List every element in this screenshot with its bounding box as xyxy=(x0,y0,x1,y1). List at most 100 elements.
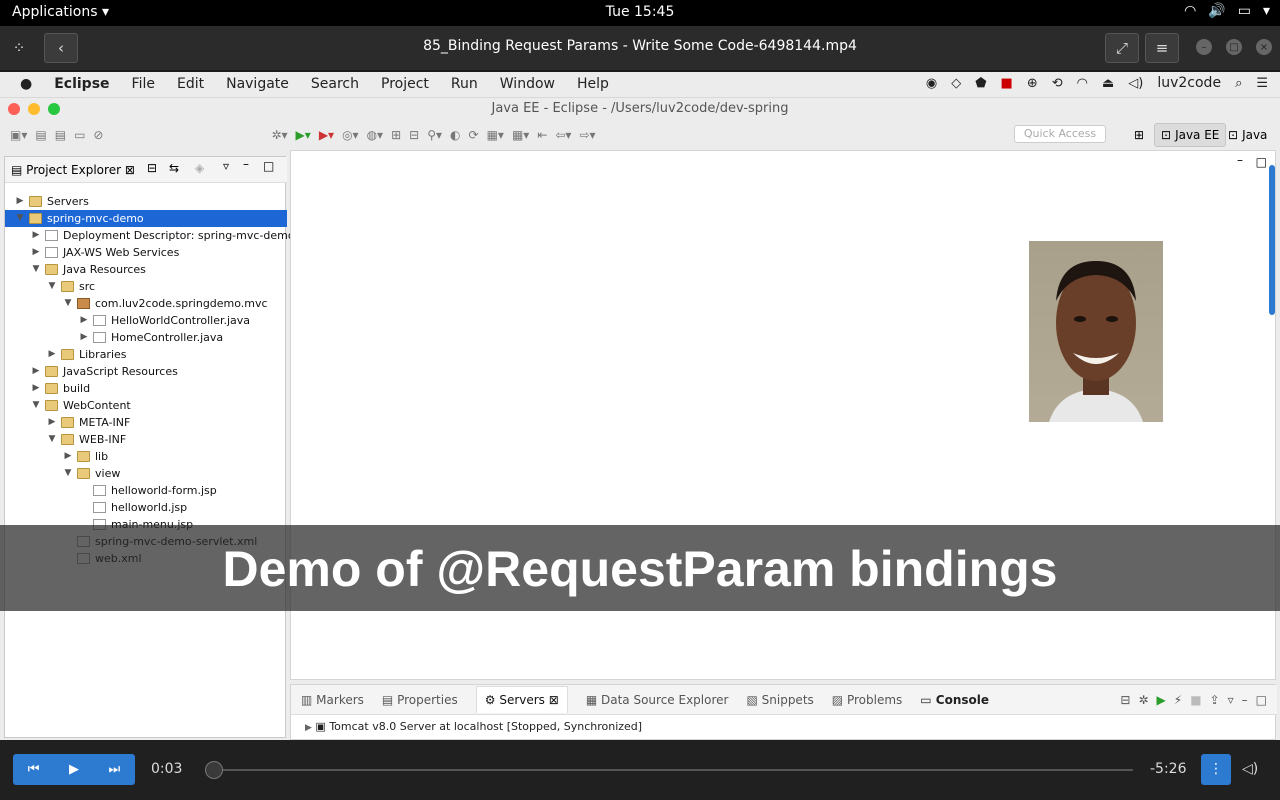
clock[interactable]: Tue 15:45 xyxy=(0,4,1280,20)
maximize-button[interactable]: □ xyxy=(1226,39,1242,55)
chevron-down-icon[interactable]: ▼ xyxy=(15,210,25,227)
annotation-icon[interactable]: ▦▾ xyxy=(487,128,504,142)
eject-icon[interactable]: ⏏ xyxy=(1102,76,1114,91)
tab-markers[interactable]: ▥ Markers xyxy=(301,693,364,707)
tree-item[interactable]: ▶ HomeController.java xyxy=(5,329,287,346)
tree-item[interactable]: ▼ com.luv2code.springdemo.mvc xyxy=(5,295,287,312)
tree-item[interactable]: ▶ Deployment Descriptor: spring-mvc-demo xyxy=(5,227,295,244)
debug-icon[interactable]: ✲▾ xyxy=(271,128,287,142)
save-icon[interactable]: ▤ xyxy=(35,128,46,142)
chevron-right-icon[interactable]: ▶ xyxy=(79,312,89,329)
tab-console[interactable]: ▭ Console xyxy=(920,693,989,707)
time-machine-icon[interactable]: ⟲ xyxy=(1052,76,1063,91)
fullscreen-button[interactable]: ⤢ xyxy=(1105,33,1139,63)
chevron-right-icon[interactable]: ▶ xyxy=(15,193,25,210)
open-perspective-button[interactable]: ⊞ xyxy=(1128,123,1150,147)
menu-navigate[interactable]: Navigate xyxy=(226,76,289,92)
seek-bar[interactable] xyxy=(205,769,1133,771)
tree-item[interactable]: ▶ lib xyxy=(5,448,287,465)
back-icon[interactable]: ⇦▾ xyxy=(555,128,571,142)
tab-data-source-explorer[interactable]: ▦ Data Source Explorer xyxy=(586,693,729,707)
tree-item[interactable]: ▼ spring-mvc-demo xyxy=(5,210,287,227)
chevron-right-icon[interactable]: ▶ xyxy=(63,448,73,465)
profile-server-icon[interactable]: ⚡ xyxy=(1174,693,1182,707)
tree-item[interactable]: ▶ Servers xyxy=(5,193,287,210)
skip-back-icon[interactable]: ⏮ xyxy=(28,762,40,777)
chevron-down-icon[interactable]: ▼ xyxy=(63,295,73,312)
record-icon[interactable]: ■ xyxy=(1001,76,1013,91)
chevron-down-icon[interactable]: ▼ xyxy=(31,261,41,278)
new-icon[interactable]: ▣▾ xyxy=(10,128,27,142)
debug-server-icon[interactable]: ✲ xyxy=(1138,693,1148,707)
forward-icon[interactable]: ⇨▾ xyxy=(579,128,595,142)
dropbox-icon[interactable]: ◇ xyxy=(951,76,961,91)
tree-item[interactable]: ▶ JAX-WS Web Services xyxy=(5,244,287,261)
web-service-icon[interactable]: ◍▾ xyxy=(367,128,384,142)
maximize-view-icon[interactable]: □ xyxy=(263,159,274,173)
tab-servers[interactable]: ⚙ Servers ⊠ xyxy=(475,686,568,713)
chevron-right-icon[interactable]: ▶ xyxy=(79,329,89,346)
chevron-right-icon[interactable]: ▶ xyxy=(31,244,41,261)
tree-item[interactable]: helloworld-form.jsp xyxy=(5,482,287,499)
tab-problems[interactable]: ▨ Problems xyxy=(832,693,902,707)
tree-item[interactable]: helloworld.jsp xyxy=(5,499,287,516)
menu-window[interactable]: Window xyxy=(500,76,555,92)
collapse-icon[interactable]: ⊟ xyxy=(1120,693,1130,707)
apple-icon[interactable]: ● xyxy=(20,76,32,92)
collapse-all-icon[interactable]: ⊟ xyxy=(147,161,157,175)
tree-item[interactable]: ▼ WebContent xyxy=(5,397,287,414)
link-editor-icon[interactable]: ⇆ xyxy=(169,161,179,175)
minimize-view-icon[interactable]: – xyxy=(1242,693,1248,707)
volume-icon[interactable]: ◁) xyxy=(1242,761,1258,777)
seek-handle[interactable] xyxy=(205,761,224,779)
chevron-right-icon[interactable]: ▶ xyxy=(31,363,41,380)
options-button[interactable]: ⋮ xyxy=(1201,754,1231,785)
menu-button[interactable]: ≡ xyxy=(1145,33,1179,63)
publish-icon[interactable]: ⇪ xyxy=(1210,693,1220,707)
open-type-icon[interactable]: ⊞ xyxy=(391,128,401,142)
minimize-editor-icon[interactable]: – xyxy=(1237,153,1243,167)
save-all-icon[interactable]: ▤ xyxy=(55,128,66,142)
view-menu-icon[interactable]: ▿ xyxy=(1228,693,1234,707)
tree-item[interactable]: ▶ JavaScript Resources xyxy=(5,363,287,380)
prev-annotation-icon[interactable]: ▦▾ xyxy=(512,128,529,142)
minimize-button[interactable]: – xyxy=(1196,39,1212,55)
list-icon[interactable]: ☰ xyxy=(1256,76,1268,91)
maximize-view-icon[interactable]: □ xyxy=(1256,693,1267,707)
spotlight-icon[interactable]: ⌕ xyxy=(1235,76,1242,91)
tree-item[interactable]: ▶ META-INF xyxy=(5,414,287,431)
maximize-editor-icon[interactable]: □ xyxy=(1256,155,1267,169)
tree-item[interactable]: ▶ Libraries xyxy=(5,346,287,363)
play-icon[interactable]: ▶ xyxy=(69,762,79,777)
chevron-down-icon[interactable]: ▼ xyxy=(31,397,41,414)
view-menu-icon[interactable]: ▿ xyxy=(223,159,229,173)
external-tools-icon[interactable]: ▶▾ xyxy=(319,128,334,142)
perspective-javaee[interactable]: ⊡ Java EE xyxy=(1154,123,1227,147)
focus-icon[interactable]: ◈ xyxy=(195,161,204,175)
run-icon[interactable]: ▶▾ xyxy=(296,128,311,142)
close-button[interactable]: × xyxy=(1256,39,1272,55)
close-icon[interactable]: ⊠ xyxy=(549,693,559,707)
camera-icon[interactable]: ◉ xyxy=(926,76,937,91)
menu-file[interactable]: File xyxy=(132,76,155,92)
last-edit-icon[interactable]: ⇤ xyxy=(537,128,547,142)
tree-item[interactable]: ▼ WEB-INF xyxy=(5,431,287,448)
chevron-right-icon[interactable]: ▶ xyxy=(31,227,41,244)
stop-server-icon[interactable]: ■ xyxy=(1190,693,1201,707)
dots-icon[interactable]: ⁘ xyxy=(8,33,30,63)
chevron-right-icon[interactable]: ▶ xyxy=(47,414,57,431)
search-icon[interactable]: ⚲▾ xyxy=(427,128,442,142)
evernote-icon[interactable]: ⬟ xyxy=(975,76,986,91)
menu-search[interactable]: Search xyxy=(311,76,359,92)
perspective-java[interactable]: ⊡ Java xyxy=(1222,123,1273,147)
volume-icon[interactable]: ◁) xyxy=(1128,76,1143,91)
minimize-view-icon[interactable]: – xyxy=(243,157,249,171)
tree-item[interactable]: ▼ Java Resources xyxy=(5,261,287,278)
project-explorer-tab[interactable]: ▤ Project Explorer ⊠ ⊟ ⇆ ◈ ▿ – □ xyxy=(5,157,287,183)
applications-menu[interactable]: Applications ▾ xyxy=(12,4,109,20)
menu-eclipse[interactable]: Eclipse xyxy=(54,76,109,92)
wifi-icon[interactable]: ◠ xyxy=(1077,76,1088,91)
globe-icon[interactable]: ◐ xyxy=(450,128,460,142)
build-icon[interactable]: ⟳ xyxy=(469,128,479,142)
chevron-down-icon[interactable]: ▼ xyxy=(47,431,57,448)
